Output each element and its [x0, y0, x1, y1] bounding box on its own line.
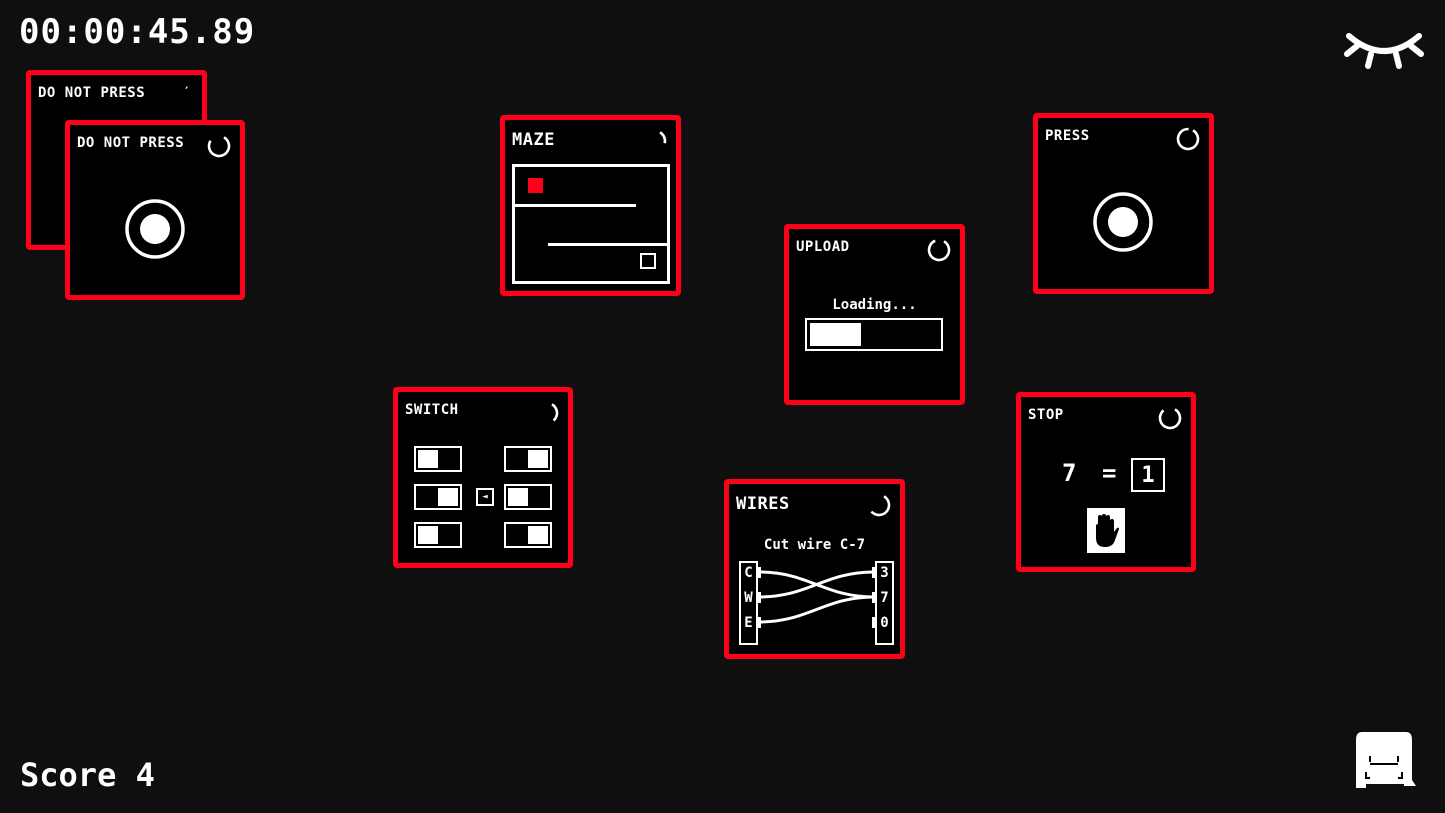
- game-timer: 00:00:45.89: [19, 12, 256, 52]
- panel-title: WIRES: [736, 494, 790, 514]
- countdown-ring-icon: [535, 401, 559, 425]
- wire-instruction: Cut wire C-7: [763, 537, 866, 553]
- panel-title: UPLOAD: [796, 239, 850, 255]
- switch-knob: [528, 450, 548, 468]
- wire-port: [872, 567, 876, 578]
- maze-wall: [548, 243, 670, 246]
- countdown-arc: [169, 84, 193, 108]
- maze-wall: [515, 204, 636, 207]
- wire-label-left: C: [744, 565, 752, 581]
- wire-label-right: 3: [880, 565, 888, 581]
- maze-board[interactable]: [512, 164, 670, 284]
- countdown-arc: [643, 129, 667, 153]
- wire-label-right: 0: [880, 615, 888, 631]
- eye-closed-icon[interactable]: [1343, 22, 1425, 70]
- wire-label-left: W: [744, 590, 753, 606]
- switch-knob: [418, 526, 438, 544]
- countdown-arc: [535, 401, 559, 425]
- maze-panel: MAZE: [500, 115, 681, 296]
- countdown-arc: [1158, 406, 1182, 430]
- arrow-left-icon: ◄: [482, 491, 488, 502]
- countdown-arc: [867, 493, 891, 517]
- panel-title: DO NOT PRESS: [77, 135, 185, 151]
- countdown-ring-icon: [207, 134, 231, 158]
- countdown-arc: [207, 134, 231, 158]
- switch-knob: [438, 488, 458, 506]
- upload-progress-bar: [805, 318, 943, 351]
- loading-text: Loading...: [832, 297, 917, 313]
- progress-fill: [810, 323, 862, 346]
- countdown-ring-icon: [169, 84, 193, 108]
- wire-board[interactable]: C W E 3 7 0: [739, 561, 894, 645]
- panel-title: DO NOT PRESS: [38, 85, 146, 101]
- equals-sign: =: [1102, 459, 1117, 487]
- upload-panel: UPLOAD Loading...: [784, 224, 965, 405]
- wire-port: [757, 567, 761, 578]
- wire[interactable]: [758, 595, 875, 624]
- wire-label-left: E: [744, 615, 752, 631]
- stop-panel: STOP 7 = 1: [1016, 392, 1196, 572]
- countdown-arc: [1176, 127, 1200, 151]
- press-button[interactable]: [1093, 192, 1153, 252]
- toggle-switch[interactable]: [504, 446, 552, 472]
- countdown-ring-icon: [867, 493, 891, 517]
- press-panel: PRESS: [1033, 113, 1214, 294]
- wire-port: [872, 617, 876, 628]
- panel-title: SWITCH: [405, 402, 459, 418]
- countdown-ring-icon: [1158, 406, 1182, 430]
- stop-button[interactable]: [1087, 508, 1125, 553]
- switch-knob: [508, 488, 528, 506]
- arrow-left-button[interactable]: ◄: [476, 488, 494, 506]
- wire[interactable]: [758, 570, 875, 599]
- do-not-press-panel: DO NOT PRESS: [65, 120, 245, 300]
- countdown-ring-icon: [927, 238, 951, 262]
- wire-label-right: 7: [880, 590, 888, 606]
- countdown-ring-icon: [643, 129, 667, 153]
- countdown-ring-icon: [1176, 127, 1200, 151]
- stop-left-value: 7: [1062, 459, 1077, 487]
- stop-counter-value: 1: [1141, 462, 1155, 488]
- toggle-switch[interactable]: [414, 484, 462, 510]
- toggle-switch[interactable]: [504, 522, 552, 548]
- panel-title: PRESS: [1045, 128, 1090, 144]
- switch-knob: [418, 450, 438, 468]
- panel-title: STOP: [1028, 407, 1064, 423]
- score-label: Score 4: [20, 756, 155, 794]
- hand-stop-icon: [1096, 513, 1119, 547]
- toggle-switch[interactable]: [414, 446, 462, 472]
- switch-knob: [528, 526, 548, 544]
- ghost-icon[interactable]: [1352, 726, 1418, 792]
- toggle-switch[interactable]: [504, 484, 552, 510]
- countdown-arc: [927, 238, 951, 262]
- toggle-switch[interactable]: [414, 522, 462, 548]
- stop-counter: 1: [1131, 458, 1165, 492]
- do-not-press-button[interactable]: [125, 199, 185, 259]
- maze-player[interactable]: [528, 178, 543, 193]
- panel-title: MAZE: [512, 130, 555, 150]
- wire-port: [757, 617, 761, 628]
- wire-port: [872, 592, 876, 603]
- wire-port: [757, 592, 761, 603]
- switch-panel: SWITCH ◄: [393, 387, 573, 568]
- wires-panel: WIRES Cut wire C-7 C W E 3 7 0: [724, 479, 905, 659]
- maze-goal: [640, 253, 656, 269]
